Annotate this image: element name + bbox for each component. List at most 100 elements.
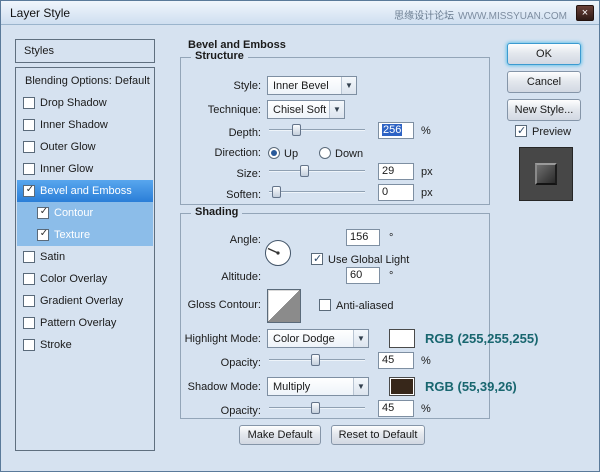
highlight-mode-label: Highlight Mode:: [169, 333, 261, 345]
soften-field[interactable]: 0: [378, 184, 414, 201]
make-default-button[interactable]: Make Default: [239, 425, 321, 445]
direction-down-radio[interactable]: [319, 147, 331, 159]
gloss-contour-thumbnail[interactable]: [267, 289, 301, 323]
chevron-down-icon: ▼: [341, 77, 356, 94]
size-unit: px: [421, 166, 433, 178]
shadow-mode-value: Multiply: [273, 381, 310, 393]
depth-label: Depth:: [169, 127, 261, 139]
title-bar[interactable]: Layer Style 思缘设计论坛WWW.MISSYUAN.COM ×: [1, 1, 599, 25]
size-slider[interactable]: [269, 164, 365, 177]
sidebar-item-bevel-and-emboss[interactable]: Bevel and Emboss: [17, 180, 153, 202]
shading-legend: Shading: [191, 206, 242, 218]
inner-glow-checkbox[interactable]: [23, 163, 35, 175]
color-overlay-checkbox[interactable]: [23, 273, 35, 285]
altitude-value: 60: [350, 269, 362, 281]
size-value: 29: [382, 165, 394, 177]
sidebar-item-blending-options[interactable]: Blending Options: Default: [17, 70, 153, 92]
sidebar-item-label: Inner Glow: [40, 163, 93, 175]
shadow-opacity-label: Opacity:: [169, 405, 261, 417]
preview-checkbox[interactable]: [515, 125, 527, 137]
watermark-cn: 思缘设计论坛: [394, 11, 454, 22]
use-global-light-checkbox[interactable]: [311, 253, 323, 265]
highlight-color-swatch[interactable]: [389, 329, 415, 348]
sidebar-item-contour[interactable]: Contour: [17, 202, 153, 224]
depth-field[interactable]: 256: [378, 122, 414, 139]
angle-dial-icon: [264, 239, 292, 267]
drop-shadow-checkbox[interactable]: [23, 97, 35, 109]
size-label: Size:: [169, 168, 261, 180]
slider-thumb[interactable]: [300, 165, 309, 177]
layer-style-dialog: Layer Style 思缘设计论坛WWW.MISSYUAN.COM × Sty…: [0, 0, 600, 472]
soften-slider[interactable]: [269, 185, 365, 198]
sidebar-item-gradient-overlay[interactable]: Gradient Overlay: [17, 290, 153, 312]
sidebar-item-texture[interactable]: Texture: [17, 224, 153, 246]
angle-unit: °: [389, 232, 393, 244]
stroke-checkbox[interactable]: [23, 339, 35, 351]
slider-thumb[interactable]: [292, 124, 301, 136]
pattern-overlay-checkbox[interactable]: [23, 317, 35, 329]
sidebar-item-inner-glow[interactable]: Inner Glow: [17, 158, 153, 180]
anti-aliased-checkbox[interactable]: [319, 299, 331, 311]
shadow-mode-dropdown[interactable]: Multiply ▼: [267, 377, 369, 396]
angle-field[interactable]: 156: [346, 229, 380, 246]
angle-dial[interactable]: [264, 239, 292, 267]
highlight-opacity-label: Opacity:: [169, 357, 261, 369]
ok-button[interactable]: OK: [507, 43, 581, 65]
sidebar-item-label: Gradient Overlay: [40, 295, 123, 307]
direction-up-radio[interactable]: [268, 147, 280, 159]
bevel-and-emboss-checkbox[interactable]: [23, 185, 35, 197]
bevel-preview-icon: [535, 163, 557, 185]
chevron-down-icon: ▼: [353, 378, 368, 395]
watermark-en: WWW.MISSYUAN.COM: [458, 11, 567, 22]
satin-checkbox[interactable]: [23, 251, 35, 263]
soften-unit: px: [421, 187, 433, 199]
depth-slider[interactable]: [269, 123, 365, 136]
sidebar-item-label: Pattern Overlay: [40, 317, 116, 329]
close-icon[interactable]: ×: [576, 5, 594, 21]
shadow-opacity-field[interactable]: 45: [378, 400, 414, 417]
sidebar-item-label: Blending Options: Default: [25, 75, 150, 87]
direction-up-label: Up: [284, 148, 298, 160]
cancel-button[interactable]: Cancel: [507, 71, 581, 93]
sidebar-item-pattern-overlay[interactable]: Pattern Overlay: [17, 312, 153, 334]
highlight-opacity-slider[interactable]: [269, 353, 365, 366]
slider-thumb[interactable]: [272, 186, 281, 198]
highlight-opacity-value: 45: [382, 354, 394, 366]
shadow-opacity-slider[interactable]: [269, 401, 365, 414]
soften-label: Soften:: [169, 189, 261, 201]
highlight-opacity-field[interactable]: 45: [378, 352, 414, 369]
sidebar-item-inner-shadow[interactable]: Inner Shadow: [17, 114, 153, 136]
shadow-rgb-annotation: RGB (55,39,26): [425, 379, 517, 394]
sidebar-item-satin[interactable]: Satin: [17, 246, 153, 268]
slider-thumb[interactable]: [311, 402, 320, 414]
technique-value: Chisel Soft: [273, 104, 326, 116]
slider-track: [269, 129, 365, 131]
inner-shadow-checkbox[interactable]: [23, 119, 35, 131]
outer-glow-checkbox[interactable]: [23, 141, 35, 153]
style-value: Inner Bevel: [273, 80, 329, 92]
altitude-label: Altitude:: [169, 271, 261, 283]
gloss-contour-label: Gloss Contour:: [169, 299, 261, 311]
sidebar-item-color-overlay[interactable]: Color Overlay: [17, 268, 153, 290]
sidebar-item-stroke[interactable]: Stroke: [17, 334, 153, 356]
technique-dropdown[interactable]: Chisel Soft ▼: [267, 100, 345, 119]
sidebar-item-outer-glow[interactable]: Outer Glow: [17, 136, 153, 158]
new-style-button[interactable]: New Style...: [507, 99, 581, 121]
style-label: Style:: [169, 80, 261, 92]
sidebar-item-drop-shadow[interactable]: Drop Shadow: [17, 92, 153, 114]
slider-thumb[interactable]: [311, 354, 320, 366]
reset-to-default-button[interactable]: Reset to Default: [331, 425, 425, 445]
sidebar-item-label: Outer Glow: [40, 141, 96, 153]
highlight-mode-dropdown[interactable]: Color Dodge ▼: [267, 329, 369, 348]
gradient-overlay-checkbox[interactable]: [23, 295, 35, 307]
altitude-field[interactable]: 60: [346, 267, 380, 284]
highlight-rgb-annotation: RGB (255,255,255): [425, 331, 538, 346]
size-field[interactable]: 29: [378, 163, 414, 180]
anti-aliased-label: Anti-aliased: [336, 300, 393, 312]
contour-checkbox[interactable]: [37, 207, 49, 219]
depth-value: 256: [382, 124, 402, 136]
slider-track: [269, 170, 365, 172]
shadow-color-swatch[interactable]: [389, 377, 415, 396]
style-dropdown[interactable]: Inner Bevel ▼: [267, 76, 357, 95]
texture-checkbox[interactable]: [37, 229, 49, 241]
